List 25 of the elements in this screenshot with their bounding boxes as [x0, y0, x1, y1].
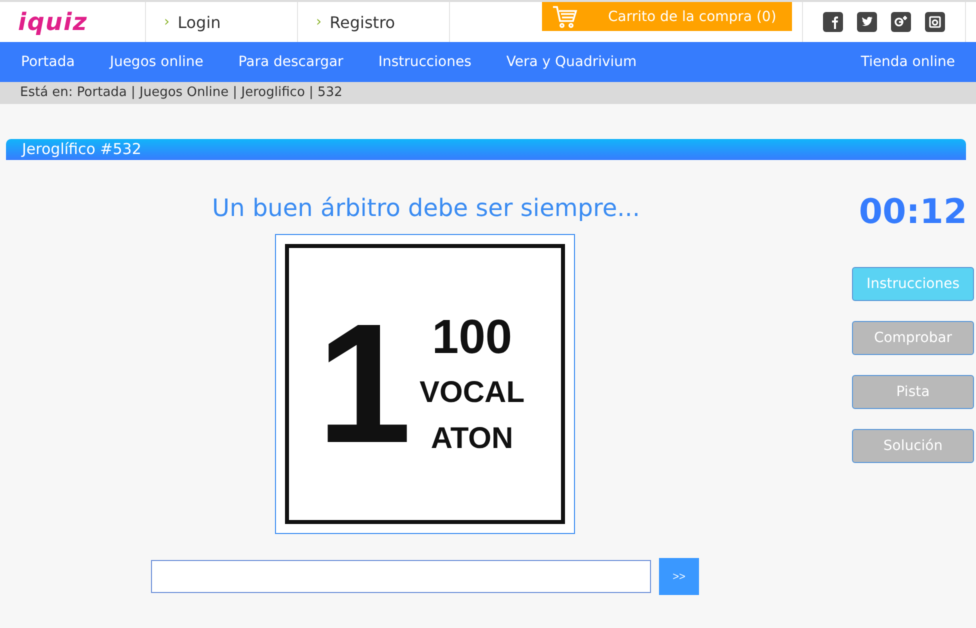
puzzle-question: Un buen árbitro debe ser siempre...	[212, 194, 640, 222]
nav-link[interactable]: Juegos online	[110, 54, 204, 70]
cart-icon	[552, 4, 578, 30]
answer-field[interactable]	[151, 560, 651, 593]
breadcrumb: Está en: Portada | Juegos Online | Jeroglifico | 532	[0, 82, 976, 104]
submit-button[interactable]: >>	[659, 558, 699, 595]
logo[interactable]: iquiz	[18, 8, 88, 36]
facebook-icon[interactable]	[823, 12, 843, 32]
puzzle-text: 100	[432, 314, 512, 362]
nav-link[interactable]: Portada	[21, 54, 75, 70]
google-plus-icon[interactable]	[891, 12, 911, 32]
nav-link[interactable]: Vera y Quadrivium	[506, 54, 637, 70]
nav-link[interactable]: Tienda online	[860, 54, 955, 70]
instagram-icon[interactable]	[925, 12, 945, 32]
puzzle-digit: 1	[317, 299, 412, 469]
header-link[interactable]: › Registro	[316, 12, 396, 32]
puzzle-text: ATON	[430, 424, 514, 454]
panel-title: Jeroglífico #532	[6, 139, 966, 160]
header-link[interactable]: › Login	[164, 12, 221, 32]
cart-button[interactable]: Carrito de la compra (0)	[542, 2, 792, 31]
nav-link[interactable]: Instrucciones	[378, 54, 472, 70]
nav-link[interactable]: Para descargar	[238, 54, 344, 70]
puzzle-text: VOCAL	[420, 378, 525, 408]
twitter-icon[interactable]	[857, 12, 877, 32]
timer: 00:12	[858, 192, 968, 232]
